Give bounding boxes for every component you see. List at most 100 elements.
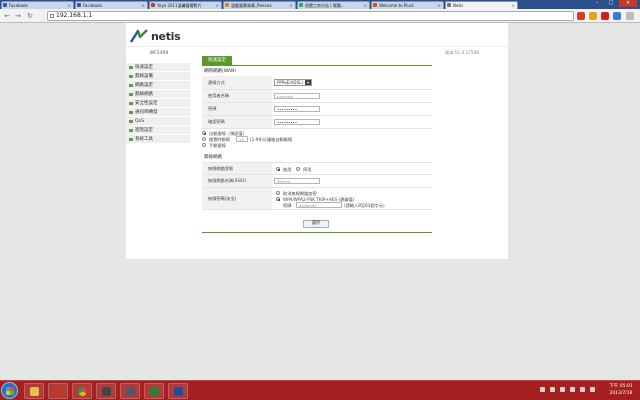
idle-minutes-input[interactable]: 15 [236, 136, 248, 142]
auto-connect-radio[interactable] [202, 131, 206, 135]
idle-disconnect-hint: (1-99)分鐘後自動斷線 [250, 137, 293, 142]
wireless-key-label: 密碼 [283, 203, 292, 208]
extension-icon[interactable] [589, 12, 597, 20]
wireless-security-row: 無線密碼(安全) 取消無線網路加密 WPA/WPA2-PSK TKIP+AES … [202, 188, 432, 210]
confirm-password-input[interactable]: ••••••••• [274, 119, 320, 125]
app-taskbar-icon[interactable] [168, 383, 188, 399]
sidebar-item-qos[interactable]: QoS [126, 117, 190, 126]
wireless-key-input[interactable]: asdfghjkl [296, 202, 342, 208]
minimize-window-icon[interactable]: – [590, 0, 604, 7]
extension-icon[interactable] [601, 12, 609, 20]
browser-tab-bar: Facebook × Facebook × Yoyo 2011溫馨聲響影片 × … [0, 0, 640, 9]
app-taskbar-icon[interactable] [120, 383, 140, 399]
browser-tab-2[interactable]: Yoyo 2011溫馨聲響影片 × [149, 1, 222, 9]
address-bar[interactable]: 192.168.1.1 [47, 11, 574, 21]
tray-icon[interactable] [560, 387, 565, 392]
sidebar-item-network[interactable]: 網路設定 [126, 81, 190, 90]
system-clock[interactable]: 下午 05:01 2013/7/18 [604, 383, 638, 397]
network-tray-icon[interactable] [570, 387, 575, 392]
plurk-favicon-icon [373, 3, 377, 7]
close-tab-icon[interactable]: × [512, 2, 515, 9]
tray-icon[interactable] [550, 387, 555, 392]
manual-connect-label: 手動連線 [209, 143, 226, 148]
page-favicon-icon [225, 3, 229, 7]
wireless-status-row: 無線網路狀態 啟用 停用 [202, 162, 432, 175]
sidebar-item-wireless[interactable]: 無線網路 [126, 90, 190, 99]
wireless-off-label: 停用 [303, 167, 312, 172]
tray-icon[interactable] [540, 387, 545, 392]
wan-mode-select[interactable]: PPPoE(ADSL) ▾ [274, 79, 312, 86]
page-favicon-icon [447, 3, 451, 7]
idle-disconnect-radio[interactable] [202, 137, 206, 141]
sidebar-item-security[interactable]: 安全性設定 [126, 99, 190, 108]
security-wpa-radio[interactable] [276, 197, 280, 201]
netis-logo: netis [129, 28, 181, 44]
volume-tray-icon[interactable] [580, 387, 585, 392]
wireless-security-label: 無線密碼(安全) [202, 188, 272, 209]
app-taskbar-icon[interactable] [96, 383, 116, 399]
wireless-heading: 無線網路 [204, 155, 222, 160]
chrome-taskbar-icon[interactable] [72, 383, 92, 399]
manual-connect-radio[interactable] [202, 143, 206, 147]
password-row: 密碼 ••••••••• [202, 103, 432, 116]
wan-mode-label: 連線方式 [202, 76, 272, 89]
menu-bullet-icon [129, 120, 133, 123]
menu-bullet-icon [129, 111, 133, 114]
browser-tab-4[interactable]: 遊戲工房分店 | 電腦... × [297, 1, 370, 9]
username-input[interactable]: Amanda [274, 93, 320, 99]
browser-tab-1[interactable]: Facebook × [75, 1, 148, 9]
close-tab-icon[interactable]: × [290, 2, 293, 9]
security-none-radio[interactable] [276, 191, 280, 195]
divider [202, 65, 432, 66]
sidebar-item-port-forwarding[interactable]: 通訊埠轉發 [126, 108, 190, 117]
sidebar-item-wireless-device[interactable]: 無線設備 [126, 72, 190, 81]
ssid-input[interactable]: Steven [274, 178, 320, 184]
confirm-password-label: 確認密碼 [202, 116, 272, 128]
browser-tab-5[interactable]: Welcome to Plurk × [371, 1, 444, 9]
close-tab-icon[interactable]: × [142, 2, 145, 9]
page-header: netis [126, 23, 508, 47]
taskbar: 下午 05:01 2013/7/18 [0, 380, 640, 400]
close-tab-icon[interactable]: × [438, 2, 441, 9]
browser-tab-6[interactable]: Netis × [445, 1, 518, 9]
sidebar-item-system-tools[interactable]: 系統工具 [126, 135, 190, 144]
browser-tab-0[interactable]: Facebook × [1, 1, 74, 9]
netis-logo-icon [129, 29, 148, 43]
start-button[interactable] [1, 382, 18, 399]
extension-icon[interactable] [577, 12, 585, 20]
close-tab-icon[interactable]: × [364, 2, 367, 9]
maximize-window-icon[interactable]: □ [604, 0, 618, 7]
page-icon [50, 14, 54, 18]
wireless-on-radio[interactable] [276, 167, 280, 171]
tab-quick-setup[interactable]: 快速設定 [202, 56, 232, 65]
wireless-key-hint: (請輸入8至63個字元) [344, 203, 385, 208]
close-tab-icon[interactable]: × [68, 2, 71, 9]
wrench-menu-icon[interactable] [626, 12, 634, 20]
ssid-label: 無線網路名稱(SSID) [202, 175, 272, 187]
firmware-version: 版本:V1.4.17548 [445, 50, 479, 55]
app-taskbar-icon[interactable] [48, 383, 68, 399]
app-taskbar-icon[interactable] [144, 383, 164, 399]
forward-arrow-icon[interactable]: → [14, 12, 22, 20]
wireless-on-label: 啟用 [283, 167, 292, 172]
close-window-icon[interactable]: × [619, 0, 637, 7]
menu-bullet-icon [129, 93, 133, 96]
back-arrow-icon[interactable]: ← [3, 12, 11, 20]
divider [202, 232, 432, 233]
explorer-taskbar-icon[interactable] [24, 383, 44, 399]
save-button[interactable]: 儲存 [303, 220, 329, 228]
reload-icon[interactable]: ↻ [26, 12, 34, 20]
password-label: 密碼 [202, 103, 272, 115]
browser-tab-3[interactable]: 溫暖聲響故事_Reezoo × [223, 1, 296, 9]
chevron-down-icon: ▾ [305, 80, 311, 85]
extension-icon[interactable] [613, 12, 621, 20]
menu-bullet-icon [129, 138, 133, 141]
tray-icon[interactable] [590, 387, 595, 392]
close-tab-icon[interactable]: × [216, 2, 219, 9]
browser-toolbar: ← → ↻ 192.168.1.1 [0, 9, 640, 23]
sidebar-item-advanced[interactable]: 進階設定 [126, 126, 190, 135]
password-input[interactable]: ••••••••• [274, 106, 320, 112]
wireless-off-radio[interactable] [296, 167, 300, 171]
sidebar-item-quick-setup[interactable]: 快速設定 [126, 63, 190, 72]
menu-bullet-icon [129, 102, 133, 105]
